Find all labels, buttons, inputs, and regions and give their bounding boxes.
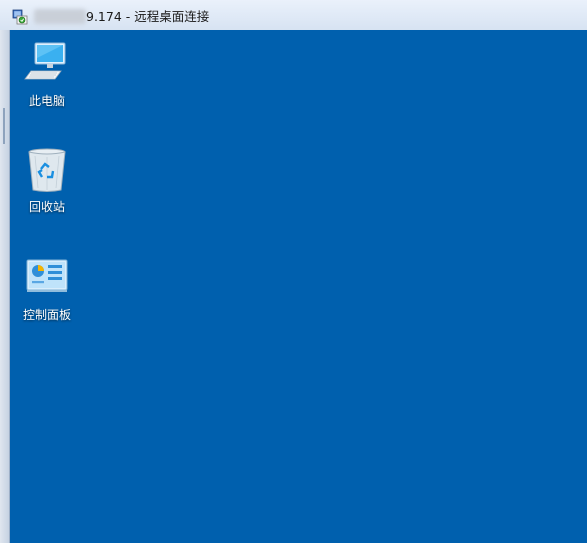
window-left-border (0, 30, 10, 543)
control-panel-icon (26, 259, 68, 292)
redacted-host-address (34, 9, 86, 24)
remote-desktop-app-icon[interactable] (12, 9, 28, 25)
border-grip (3, 108, 5, 144)
desktop-icon-control-panel[interactable]: 控制面板 (10, 254, 84, 323)
remote-desktop-area[interactable]: 此电脑 回收站 控制面板 (10, 30, 587, 543)
desktop-icon-label: 回收站 (28, 200, 65, 214)
title-bar[interactable]: 9.174 - 远程桌面连接 (0, 0, 587, 31)
recycle-bin-icon (28, 148, 66, 192)
desktop-icon-label: 控制面板 (22, 308, 71, 322)
remote-desktop-window: 9.174 - 远程桌面连接 此电脑 回收站 控制面板 (0, 0, 587, 543)
desktop-icon-recycle-bin[interactable]: 回收站 (10, 146, 84, 215)
computer-icon (24, 42, 66, 80)
window-title: 9.174 - 远程桌面连接 (86, 9, 210, 24)
desktop-icon-label: 此电脑 (28, 94, 65, 108)
desktop-icon-this-pc[interactable]: 此电脑 (10, 40, 84, 109)
